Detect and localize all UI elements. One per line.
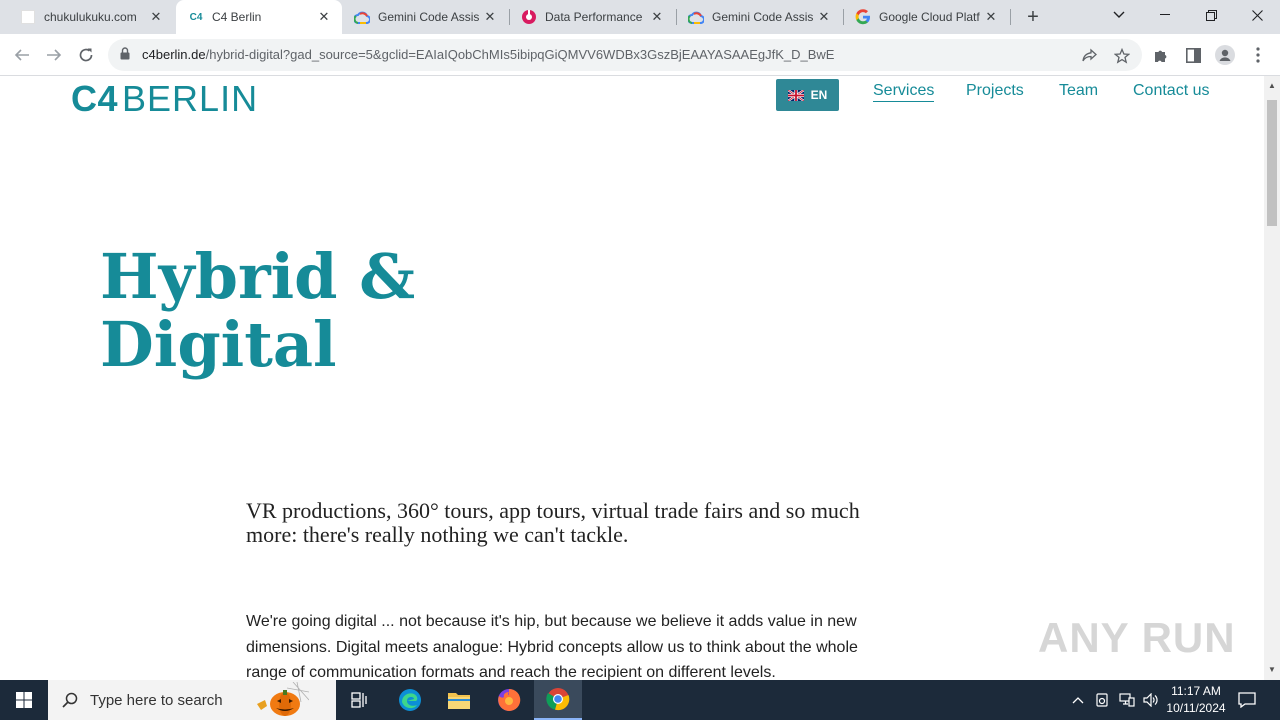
close-icon[interactable]: ✕ <box>316 9 332 25</box>
page-title-line-2: Digital <box>100 308 337 381</box>
page-title-line-1: Hybrid & <box>100 240 416 313</box>
google-cloud-icon <box>354 9 370 25</box>
side-panel-icon[interactable] <box>1183 45 1203 65</box>
back-button[interactable] <box>10 43 34 67</box>
edge-browser-icon[interactable] <box>386 680 434 720</box>
tab-title: chukulukuku.com <box>44 10 137 24</box>
tab-title: C4 Berlin <box>212 10 262 24</box>
network-icon[interactable] <box>1116 680 1138 720</box>
url-text[interactable]: c4berlin.de/hybrid-digital?gad_source=5&… <box>142 47 834 62</box>
tab-title: Data Performance <box>545 10 643 24</box>
halloween-pumpkin-icon[interactable] <box>256 682 309 718</box>
device-tray-icon[interactable] <box>1092 680 1112 720</box>
lead-paragraph: VR productions, 360° tours, app tours, v… <box>246 498 860 547</box>
menu-kebab-icon[interactable] <box>1248 45 1268 65</box>
blank-page-icon <box>20 9 36 25</box>
tab-search-icon[interactable] <box>1096 0 1142 30</box>
nav-projects[interactable]: Projects <box>966 82 1024 100</box>
google-cloud-icon <box>688 9 704 25</box>
extensions-icon[interactable] <box>1151 45 1171 65</box>
close-icon[interactable]: ✕ <box>148 9 164 25</box>
forward-button[interactable] <box>42 43 66 67</box>
tab-separator <box>1010 9 1011 25</box>
clock-time: 11:17 AM <box>1171 684 1221 698</box>
tab-title: Gemini Code Assis <box>712 10 814 24</box>
scroll-down-arrow-icon[interactable]: ▼ <box>1268 666 1276 674</box>
google-g-icon <box>855 9 871 25</box>
task-view-icon[interactable] <box>336 680 384 720</box>
file-explorer-icon[interactable] <box>435 680 483 720</box>
share-icon[interactable] <box>1080 47 1098 65</box>
scroll-thumb[interactable] <box>1267 100 1277 226</box>
body-paragraph: We're going digital ... not because it's… <box>246 613 858 680</box>
clock-date: 10/11/2024 <box>1166 701 1226 715</box>
tab-gemini-code-assist[interactable]: Gemini Code Assis ✕ <box>342 0 508 34</box>
browser-toolbar: c4berlin.de/hybrid-digital?gad_source=5&… <box>0 34 1280 76</box>
nav-team[interactable]: Team <box>1059 82 1098 100</box>
minimize-button[interactable] <box>1142 0 1188 30</box>
url-host: c4berlin.de <box>142 47 206 62</box>
profile-avatar-icon[interactable] <box>1215 45 1235 65</box>
close-window-button[interactable] <box>1234 0 1280 30</box>
language-label: EN <box>810 88 828 102</box>
tab-google-cloud-platform[interactable]: Google Cloud Platf ✕ <box>843 0 1009 34</box>
anyrun-watermark: ANY RUN <box>1038 614 1236 661</box>
scroll-up-arrow-icon[interactable]: ▲ <box>1268 82 1276 90</box>
c4-favicon: C4 <box>189 11 203 23</box>
c4-berlin-logo[interactable]: C4 BERLIN <box>71 78 258 120</box>
language-switch-button[interactable]: EN <box>776 79 839 111</box>
windows-taskbar: Type here to search 11:17 AM 10/11/2024 <box>0 680 1280 720</box>
close-icon[interactable]: ✕ <box>816 9 832 25</box>
tab-title: Gemini Code Assis <box>378 10 480 24</box>
chrome-icon[interactable] <box>534 680 582 720</box>
windows-start-button[interactable] <box>0 680 48 720</box>
logo-c4: C4 <box>71 78 119 119</box>
tab-gemini-code-assist-2[interactable]: Gemini Code Assis ✕ <box>676 0 842 34</box>
taskbar-clock[interactable]: 11:17 AM 10/11/2024 <box>1160 683 1232 717</box>
reload-button[interactable] <box>74 43 98 67</box>
new-tab-button[interactable]: + <box>1022 6 1044 28</box>
close-icon[interactable]: ✕ <box>983 9 999 25</box>
tab-c4-berlin[interactable]: C4 C4 Berlin ✕ <box>176 0 342 34</box>
lock-icon[interactable] <box>120 47 130 65</box>
tab-title: Google Cloud Platf <box>879 10 980 24</box>
tab-data-performance[interactable]: Data Performance ✕ <box>509 0 675 34</box>
close-icon[interactable]: ✕ <box>482 9 498 25</box>
address-bar[interactable]: c4berlin.de/hybrid-digital?gad_source=5&… <box>108 39 1142 71</box>
web-page: C4 BERLIN EN Services Projects Team Conta… <box>0 76 1264 680</box>
logo-berlin: BERLIN <box>122 78 259 119</box>
bookmark-star-icon[interactable] <box>1113 47 1131 65</box>
browser-tab-strip: chukulukuku.com ✕ C4 C4 Berlin ✕ Gemini … <box>0 0 1280 34</box>
notifications-icon[interactable] <box>1234 680 1260 720</box>
nav-services[interactable]: Services <box>873 82 935 102</box>
taskbar-search-box[interactable]: Type here to search <box>48 680 336 720</box>
uk-flag-icon <box>787 89 804 101</box>
data-performance-icon <box>521 9 537 25</box>
restore-button[interactable] <box>1188 0 1234 30</box>
nav-contact-us[interactable]: Contact us <box>1133 82 1209 100</box>
close-icon[interactable]: ✕ <box>649 9 665 25</box>
volume-icon[interactable] <box>1140 680 1162 720</box>
firefox-icon[interactable] <box>485 680 533 720</box>
search-icon <box>62 692 78 708</box>
search-placeholder: Type here to search <box>90 691 223 709</box>
page-title: Hybrid & Digital <box>100 243 415 379</box>
page-scrollbar[interactable]: ▲ ▼ <box>1264 76 1280 680</box>
url-path: /hybrid-digital?gad_source=5&gclid=EAIaI… <box>205 47 835 62</box>
show-hidden-icons-chevron-icon[interactable] <box>1068 680 1088 720</box>
tab-chukulukuku[interactable]: chukulukuku.com ✕ <box>0 0 174 34</box>
